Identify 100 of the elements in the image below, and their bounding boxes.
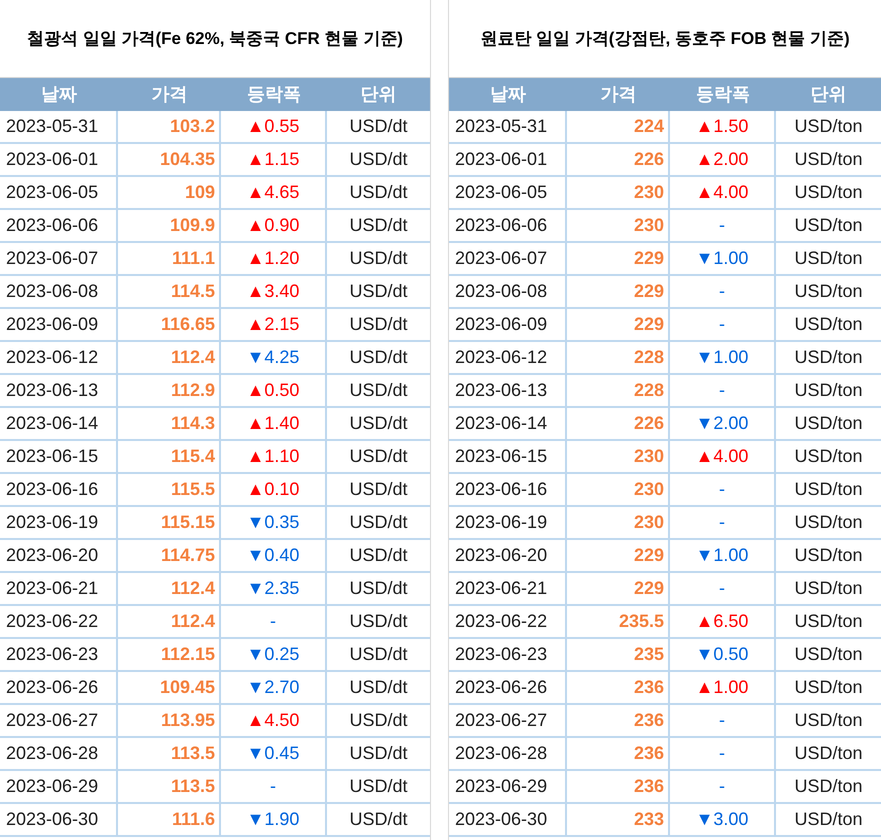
table-cell-text: USD/dt bbox=[348, 247, 409, 270]
table-cell: - bbox=[670, 276, 776, 307]
table-cell: 2023-05-31 bbox=[449, 111, 567, 142]
table-cell: ▲4.00 bbox=[670, 441, 776, 472]
column-header: 가격 bbox=[600, 83, 638, 106]
table-cell: ▼1.00 bbox=[670, 540, 776, 571]
table-cell: ▼0.50 bbox=[670, 639, 776, 670]
table-cell: - bbox=[670, 507, 776, 538]
table-cell-text: USD/dt bbox=[348, 709, 409, 732]
table-cell: 2023-06-07 bbox=[0, 243, 118, 274]
table-cell: ▼3.00 bbox=[670, 804, 776, 835]
table-cell: 230 bbox=[567, 474, 670, 505]
table-cell: 114.5 bbox=[118, 276, 221, 307]
table-cell: ▲2.00 bbox=[670, 144, 776, 175]
table-cell: - bbox=[670, 771, 776, 802]
table-cell: 229 bbox=[567, 540, 670, 571]
table-cell: 235.5 bbox=[567, 606, 670, 637]
table-cell-text: USD/ton bbox=[793, 742, 864, 765]
table-cell: 2023-06-22 bbox=[0, 606, 118, 637]
table-cell: 112.4 bbox=[118, 342, 221, 373]
table-cell-text: USD/ton bbox=[793, 445, 864, 468]
table-cell-text: USD/dt bbox=[348, 742, 409, 765]
table-cell: 114.75 bbox=[118, 540, 221, 571]
table-cell: - bbox=[670, 738, 776, 769]
table-cell: 112.4 bbox=[118, 606, 221, 637]
table-cell: 2023-06-20 bbox=[0, 540, 118, 571]
table-cell: ▲1.20 bbox=[221, 243, 327, 274]
table-cell-text: USD/ton bbox=[793, 643, 864, 666]
table-cell: 2023-06-14 bbox=[0, 408, 118, 439]
table-cell-text: USD/ton bbox=[793, 214, 864, 237]
table-cell: 2023-06-19 bbox=[449, 507, 567, 538]
column-header: 날짜 bbox=[40, 83, 78, 106]
table-cell: ▲1.00 bbox=[670, 672, 776, 703]
table-cell: ▲4.50 bbox=[221, 705, 327, 736]
table-cell: 226 bbox=[567, 408, 670, 439]
table-cell: 2023-05-31 bbox=[0, 111, 118, 142]
table-cell: ▲0.90 bbox=[221, 210, 327, 241]
table-cell: ▲1.50 bbox=[670, 111, 776, 142]
table-cell: 2023-06-01 bbox=[0, 144, 118, 175]
table-cell: 2023-06-16 bbox=[449, 474, 567, 505]
table-cell: ▼1.00 bbox=[670, 243, 776, 274]
table-cell: - bbox=[670, 375, 776, 406]
table-cell-text: USD/ton bbox=[793, 346, 864, 369]
table-cell-text: USD/ton bbox=[793, 577, 864, 600]
table-cell: 115.15 bbox=[118, 507, 221, 538]
table-cell: 229 bbox=[567, 309, 670, 340]
table-cell: 115.4 bbox=[118, 441, 221, 472]
table-cell-text: USD/ton bbox=[793, 247, 864, 270]
table-cell: 2023-06-29 bbox=[449, 771, 567, 802]
table-cell: 230 bbox=[567, 507, 670, 538]
table-cell-text: USD/dt bbox=[348, 379, 409, 402]
table-cell-text: USD/ton bbox=[793, 544, 864, 567]
table-cell-text: USD/dt bbox=[348, 280, 409, 303]
table-cell: 103.2 bbox=[118, 111, 221, 142]
table-cell: ▼0.45 bbox=[221, 738, 327, 769]
table-cell: 112.4 bbox=[118, 573, 221, 604]
table-cell-text: USD/ton bbox=[793, 148, 864, 171]
table-cell-text: USD/dt bbox=[348, 412, 409, 435]
table-cell: 229 bbox=[567, 573, 670, 604]
table-cell: 2023-06-15 bbox=[449, 441, 567, 472]
table-cell: 229 bbox=[567, 243, 670, 274]
table-cell: 2023-06-13 bbox=[449, 375, 567, 406]
table-cell: 236 bbox=[567, 738, 670, 769]
table-cell-text: USD/dt bbox=[348, 115, 409, 138]
table-cell: 2023-06-09 bbox=[449, 309, 567, 340]
table-cell: ▼2.00 bbox=[670, 408, 776, 439]
table-cell-text: USD/dt bbox=[348, 808, 409, 831]
table-cell: 2023-06-27 bbox=[0, 705, 118, 736]
table-cell: 233 bbox=[567, 804, 670, 835]
table-cell-text: USD/dt bbox=[348, 313, 409, 336]
table-cell: 2023-06-23 bbox=[449, 639, 567, 670]
table-cell-text: USD/ton bbox=[793, 379, 864, 402]
table-cell: 230 bbox=[567, 177, 670, 208]
table-cell-text: USD/dt bbox=[348, 511, 409, 534]
column-header: 단위 bbox=[810, 83, 848, 106]
table-cell: 230 bbox=[567, 441, 670, 472]
table-cell-text: USD/dt bbox=[348, 181, 409, 204]
table-cell-text: USD/ton bbox=[793, 808, 864, 831]
table-cell: ▲0.50 bbox=[221, 375, 327, 406]
column-header: 단위 bbox=[360, 83, 398, 106]
table-cell: 2023-06-28 bbox=[449, 738, 567, 769]
table-cell: - bbox=[670, 705, 776, 736]
table-cell: 2023-06-20 bbox=[449, 540, 567, 571]
table-cell: 229 bbox=[567, 276, 670, 307]
table-cell-text: USD/dt bbox=[348, 346, 409, 369]
table-cell: 109.45 bbox=[118, 672, 221, 703]
table-cell: ▲0.55 bbox=[221, 111, 327, 142]
table-cell-text: USD/dt bbox=[348, 148, 409, 171]
table-cell: 2023-06-06 bbox=[449, 210, 567, 241]
table-cell-text: USD/ton bbox=[793, 676, 864, 699]
column-header: 가격 bbox=[150, 83, 188, 106]
table-cell: 2023-06-08 bbox=[0, 276, 118, 307]
table-cell: 112.9 bbox=[118, 375, 221, 406]
column-header: 등락폭 bbox=[246, 83, 302, 106]
table-cell-text: USD/dt bbox=[348, 544, 409, 567]
table-cell: 228 bbox=[567, 342, 670, 373]
table-cell-text: USD/ton bbox=[793, 181, 864, 204]
table-cell: ▲3.40 bbox=[221, 276, 327, 307]
table-cell: ▼0.25 bbox=[221, 639, 327, 670]
table-cell: - bbox=[670, 573, 776, 604]
